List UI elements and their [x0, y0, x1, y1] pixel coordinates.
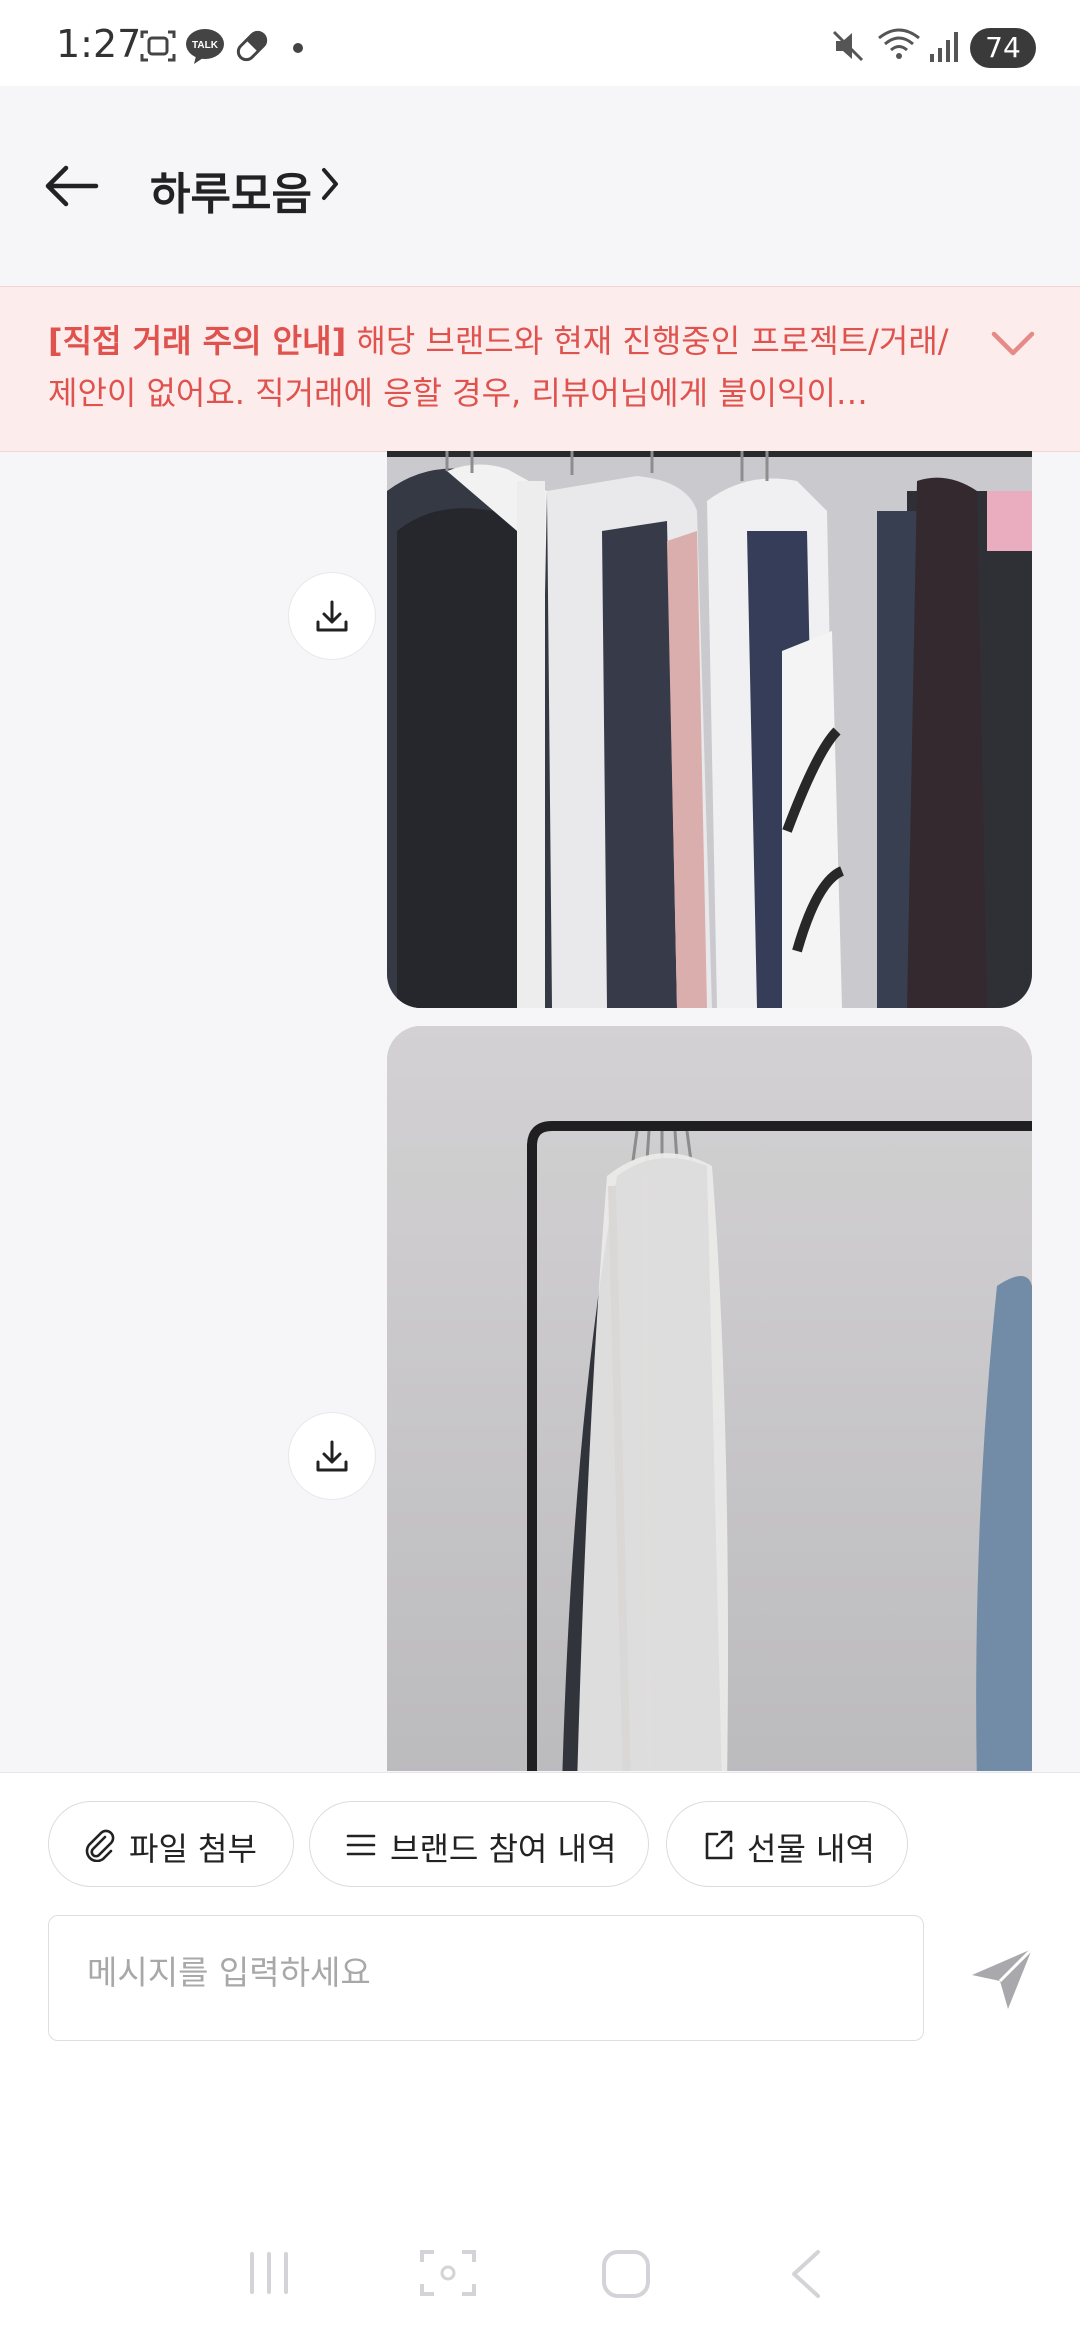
system-nav-bar [0, 2220, 1080, 2340]
external-link-icon [705, 1830, 733, 1860]
garment-rack-photo [387, 1026, 1032, 1771]
gift-history-button[interactable]: 선물 내역 [666, 1801, 908, 1887]
chat-header: 하루모음 [0, 86, 1080, 286]
screenshot-assist-icon[interactable] [418, 2248, 478, 2298]
image-message[interactable] [387, 1026, 1032, 1771]
wifi-icon [878, 28, 920, 59]
brand-history-label: 브랜드 참여 내역 [390, 1830, 617, 1868]
download-icon [316, 600, 348, 632]
dot-icon [293, 43, 303, 53]
brand-history-button[interactable]: 브랜드 참여 내역 [309, 1801, 649, 1887]
paperclip-icon [85, 1829, 115, 1862]
notice-text: [직접 거래 주의 안내] 해당 브랜드와 현재 진행중인 프로젝트/거래/제안… [48, 315, 968, 419]
download-button[interactable] [289, 1413, 375, 1499]
direct-trade-notice[interactable]: [직접 거래 주의 안내] 해당 브랜드와 현재 진행중인 프로젝트/거래/제안… [0, 286, 1080, 452]
message-input-box[interactable] [48, 1915, 924, 2041]
message-input[interactable] [85, 1952, 889, 1993]
battery-indicator: 74 [970, 28, 1036, 68]
image-message[interactable] [387, 451, 1032, 1008]
home-icon[interactable] [600, 2248, 652, 2300]
recent-apps-icon[interactable] [244, 2248, 294, 2298]
chat-messages[interactable] [0, 451, 1080, 1771]
list-icon [346, 1834, 376, 1856]
status-bar: 1:27 TALK 74 [0, 0, 1080, 86]
notice-label: [직접 거래 주의 안내] [48, 322, 347, 360]
chat-title[interactable]: 하루모음 [150, 158, 312, 222]
download-button[interactable] [289, 573, 375, 659]
chevron-right-icon[interactable] [318, 166, 342, 202]
file-attach-button[interactable]: 파일 첨부 [48, 1801, 294, 1887]
mute-icon [832, 30, 864, 62]
back-nav-icon[interactable] [786, 2248, 826, 2300]
send-icon[interactable] [968, 1943, 1038, 2013]
svg-text:TALK: TALK [192, 40, 219, 51]
talk-icon: TALK [186, 29, 224, 64]
pill-icon [236, 30, 268, 62]
gift-history-label: 선물 내역 [747, 1830, 875, 1868]
garment-bags-photo [387, 451, 1032, 1008]
status-time: 1:27 [56, 22, 142, 66]
signal-icon [930, 32, 958, 62]
download-icon [316, 1440, 348, 1472]
file-attach-label: 파일 첨부 [129, 1830, 257, 1868]
chevron-down-icon[interactable] [990, 330, 1036, 358]
back-arrow-icon[interactable] [40, 154, 104, 218]
screenshot-icon [140, 30, 176, 62]
